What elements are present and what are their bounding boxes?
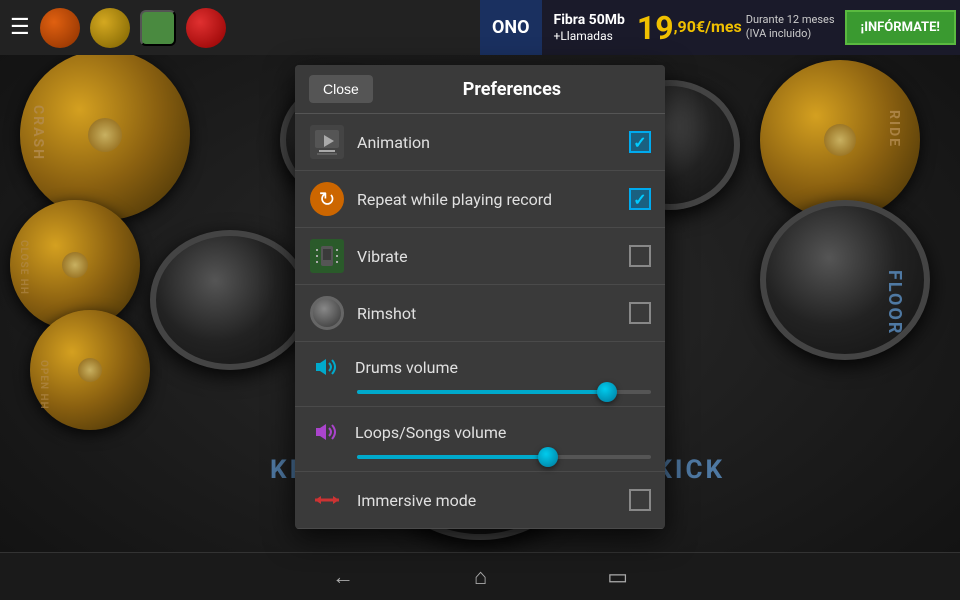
rimshot-icon bbox=[309, 295, 345, 331]
bottom-nav: ← ⌂ ▭ bbox=[0, 552, 960, 600]
loops-volume-slider[interactable] bbox=[357, 455, 651, 459]
vibrate-icon bbox=[309, 238, 345, 274]
menu-icon[interactable]: ☰ bbox=[10, 15, 30, 40]
drums-volume-slider[interactable] bbox=[357, 390, 651, 394]
loops-volume-row: Loops/Songs volume bbox=[295, 407, 665, 472]
vibrate-checkbox[interactable] bbox=[629, 245, 651, 267]
repeat-icon-shape: ↻ bbox=[310, 182, 344, 216]
ad-line2: +Llamadas bbox=[554, 29, 625, 45]
repeat-checkmark: ✓ bbox=[633, 190, 646, 209]
back-button[interactable]: ← bbox=[332, 564, 354, 590]
rimshot-checkbox[interactable] bbox=[629, 302, 651, 324]
record-button[interactable] bbox=[40, 8, 80, 48]
animation-icon-shape bbox=[310, 125, 344, 159]
ad-price-big: 19 bbox=[637, 9, 674, 47]
immersive-checkbox[interactable] bbox=[629, 489, 651, 511]
loops-volume-icon bbox=[309, 415, 343, 449]
vibrate-row: Vibrate bbox=[295, 228, 665, 285]
immersive-icon-shape bbox=[310, 483, 344, 517]
drums-volume-label: Drums volume bbox=[355, 358, 651, 377]
ad-banner: ONO Fibra 50Mb +Llamadas 19 ,90€/mes Dur… bbox=[480, 0, 960, 55]
rimshot-label: Rimshot bbox=[357, 304, 617, 323]
vibrate-icon-shape bbox=[310, 239, 344, 273]
kick-label-right: KICK bbox=[655, 455, 725, 485]
dialog-header: Close Preferences bbox=[295, 65, 665, 114]
drums-volume-icon bbox=[309, 350, 343, 384]
snare-drum bbox=[150, 230, 310, 370]
ride-cymbal bbox=[760, 60, 920, 220]
ad-brand: ONO bbox=[480, 0, 542, 55]
repeat-checkbox[interactable]: ✓ bbox=[629, 188, 651, 210]
vibrate-label: Vibrate bbox=[357, 247, 617, 266]
ad-price: 19 ,90€/mes Durante 12 meses (IVA inclui… bbox=[637, 9, 835, 47]
loops-volume-label-row: Loops/Songs volume bbox=[309, 415, 651, 449]
home-button[interactable]: ⌂ bbox=[474, 564, 487, 590]
animation-checkbox[interactable]: ✓ bbox=[629, 131, 651, 153]
immersive-label: Immersive mode bbox=[357, 491, 617, 510]
close-button[interactable]: Close bbox=[309, 75, 373, 103]
top-bar-left: ☰ bbox=[10, 8, 226, 48]
drums-volume-thumb[interactable] bbox=[597, 382, 617, 402]
recents-button[interactable]: ▭ bbox=[607, 564, 628, 590]
floor-drum bbox=[760, 200, 930, 360]
ad-price-note: Durante 12 meses (IVA incluido) bbox=[742, 9, 835, 42]
repeat-row: ↻ Repeat while playing record ✓ bbox=[295, 171, 665, 228]
animation-icon bbox=[309, 124, 345, 160]
animation-row: Animation ✓ bbox=[295, 114, 665, 171]
closehh-cymbal bbox=[10, 200, 140, 330]
ad-cta-button[interactable]: ¡INFÓRMATE! bbox=[845, 10, 956, 45]
animation-label: Animation bbox=[357, 133, 617, 152]
openhh-cymbal bbox=[30, 310, 150, 430]
green-button[interactable] bbox=[140, 10, 176, 46]
repeat-label: Repeat while playing record bbox=[357, 190, 617, 209]
immersive-icon bbox=[309, 482, 345, 518]
ad-text: Fibra 50Mb +Llamadas bbox=[542, 11, 637, 45]
loops-volume-thumb[interactable] bbox=[538, 447, 558, 467]
loops-volume-label: Loops/Songs volume bbox=[355, 423, 651, 442]
loops-volume-fill bbox=[357, 455, 548, 459]
crash-cymbal bbox=[20, 50, 190, 220]
stop-button[interactable] bbox=[186, 8, 226, 48]
animation-checkmark: ✓ bbox=[633, 133, 646, 152]
immersive-row: Immersive mode bbox=[295, 472, 665, 529]
preferences-dialog: Close Preferences Animation ✓ bbox=[295, 65, 665, 529]
settings-button[interactable] bbox=[90, 8, 130, 48]
drums-volume-fill bbox=[357, 390, 607, 394]
dialog-title: Preferences bbox=[373, 79, 651, 100]
repeat-icon: ↻ bbox=[309, 181, 345, 217]
drums-volume-row: Drums volume bbox=[295, 342, 665, 407]
ad-price-decimal: ,90€/mes bbox=[674, 9, 742, 36]
rimshot-row: Rimshot bbox=[295, 285, 665, 342]
top-bar: ☰ ONO Fibra 50Mb +Llamadas 19 ,90€/mes D… bbox=[0, 0, 960, 55]
rimshot-icon-shape bbox=[310, 296, 344, 330]
drums-volume-label-row: Drums volume bbox=[309, 350, 651, 384]
ad-line1: Fibra 50Mb bbox=[554, 11, 625, 29]
